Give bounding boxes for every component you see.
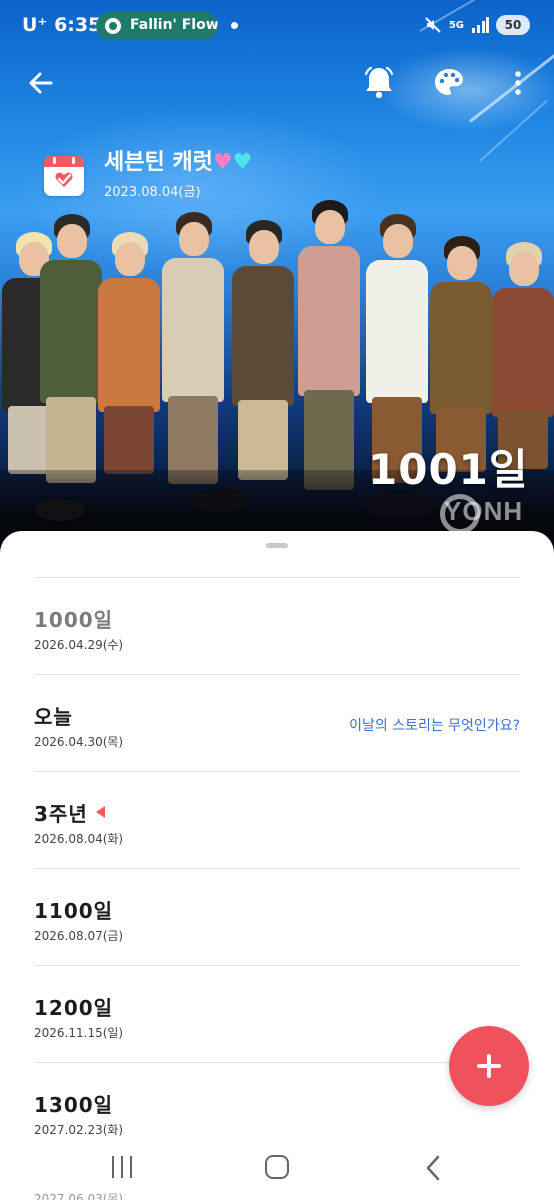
back-button[interactable] bbox=[24, 66, 58, 100]
recent-apps-button[interactable] bbox=[110, 1156, 134, 1178]
hero-photo: YONH 1001일 bbox=[0, 0, 554, 560]
event-date: 2026.04.30(목) bbox=[34, 735, 124, 749]
music-disc-icon bbox=[105, 18, 121, 34]
event-date: 2026.04.29(수) bbox=[34, 638, 124, 652]
arrow-left-icon bbox=[29, 72, 53, 94]
event-name: 1200일 bbox=[34, 996, 114, 1020]
recent-apps-icon bbox=[112, 1156, 114, 1178]
event-name: 1300일 bbox=[34, 1093, 114, 1117]
page-title: 세븐틴 캐럿♥♥ bbox=[104, 144, 252, 176]
event-row-1100[interactable]: 1100일 2026.08.07(금) bbox=[34, 869, 520, 966]
signal-icon bbox=[472, 17, 489, 33]
event-date: 2026.11.15(일) bbox=[34, 1026, 124, 1040]
event-name: 3주년 bbox=[34, 802, 88, 826]
day-count: 1001일 bbox=[368, 445, 529, 494]
theme-palette-button[interactable] bbox=[432, 66, 466, 100]
palette-icon bbox=[435, 69, 463, 95]
recent-apps-icon-bar bbox=[130, 1156, 132, 1178]
story-prompt-link[interactable]: 이날의 스토리는 무엇인가요? bbox=[349, 715, 520, 735]
next-event-date-peek: 2027.06.03(목) bbox=[34, 1192, 124, 1200]
pink-heart-icon: ♥ bbox=[212, 150, 233, 175]
event-row-1000[interactable]: 1000일 2026.04.29(수) bbox=[34, 578, 520, 675]
event-date: 2026.08.04(화) bbox=[34, 832, 124, 846]
photo-watermark: YONH bbox=[444, 496, 524, 526]
event-name: 1000일 bbox=[34, 608, 114, 632]
more-options-button[interactable] bbox=[508, 66, 528, 100]
home-button[interactable] bbox=[265, 1155, 289, 1179]
member-figure bbox=[152, 212, 232, 500]
carrier-time: U⁺ 6:35 bbox=[22, 14, 102, 36]
event-name-wrapper: 3주년 bbox=[34, 798, 105, 827]
status-bar: U⁺ 6:35 Fallin' Flow 5G 50 bbox=[0, 0, 554, 50]
event-name: 오늘 bbox=[34, 705, 73, 729]
chevron-left-icon bbox=[426, 1155, 440, 1181]
flag-marker-icon bbox=[95, 806, 105, 818]
media-title: Fallin' Flow bbox=[130, 17, 218, 33]
event-name: 1100일 bbox=[34, 899, 114, 923]
recent-apps-icon-bar bbox=[121, 1156, 123, 1178]
cyan-heart-icon: ♥ bbox=[232, 150, 253, 175]
plus-icon-bar bbox=[477, 1064, 501, 1068]
sheet-drag-handle[interactable] bbox=[266, 543, 288, 548]
more-vertical-icon bbox=[515, 71, 521, 95]
event-row-today[interactable]: 오늘 2026.04.30(목) 이날의 스토리는 무엇인가요? bbox=[34, 675, 520, 772]
battery-indicator: 50 bbox=[496, 15, 530, 35]
mute-icon bbox=[425, 17, 441, 33]
bell-icon bbox=[364, 66, 394, 99]
network-type: 5G bbox=[448, 19, 464, 31]
media-now-playing-chip[interactable]: Fallin' Flow bbox=[96, 12, 218, 40]
calendar-heart-icon bbox=[44, 156, 84, 196]
start-date: 2023.08.04(금) bbox=[104, 185, 201, 200]
notification-button[interactable] bbox=[362, 64, 396, 100]
event-row-1200[interactable]: 1200일 2026.11.15(일) bbox=[34, 966, 520, 1063]
system-icons: 5G 50 bbox=[424, 14, 530, 36]
stage-light-beam bbox=[479, 100, 548, 162]
system-back-button[interactable] bbox=[420, 1154, 446, 1182]
event-date: 2026.08.07(금) bbox=[34, 929, 124, 943]
notification-dot-icon bbox=[231, 22, 238, 29]
add-event-button[interactable] bbox=[449, 1026, 529, 1106]
event-row-anniversary[interactable]: 3주년 2026.08.04(화) bbox=[34, 772, 520, 869]
page-title-text: 세븐틴 캐럿 bbox=[104, 150, 213, 175]
